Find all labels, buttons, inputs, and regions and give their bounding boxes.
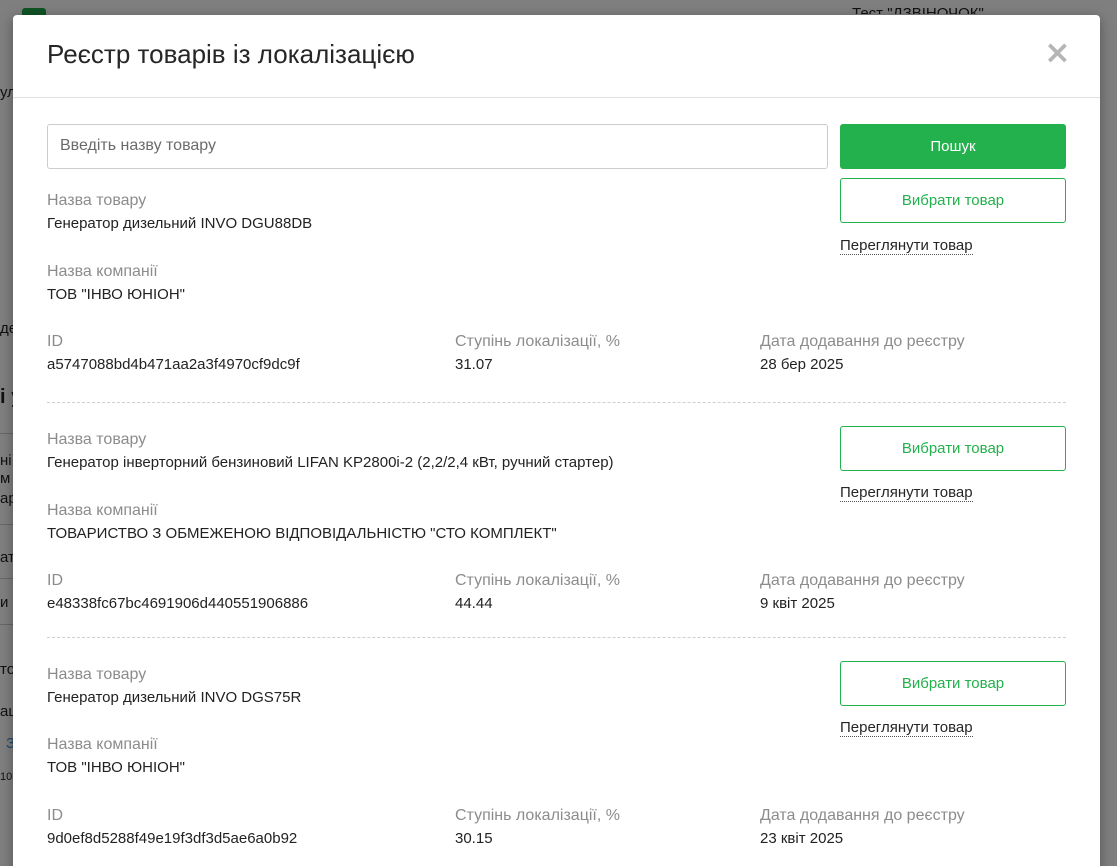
localization-block: Ступінь локалізації, % 30.15	[455, 806, 620, 848]
product-name-block: Назва товару Генератор інверторний бензи…	[47, 430, 614, 472]
localization-label: Ступінь локалізації, %	[455, 572, 620, 589]
view-product-link[interactable]: Переглянути товар	[840, 237, 973, 255]
company-name-label: Назва компанії	[47, 736, 158, 753]
product-name-block: Назва товару Генератор дизельний INVO DG…	[47, 665, 301, 707]
product-id: 9d0ef8d5288f49e19f3df3d5ae6a0b92	[47, 830, 298, 847]
date-value: 9 квіт 2025	[760, 595, 835, 612]
product-name-label: Назва товару	[47, 666, 147, 683]
product-name: Генератор дизельний INVO DGU88DB	[47, 215, 313, 232]
date-value: 28 бер 2025	[760, 356, 844, 373]
product-name-label: Назва товару	[47, 192, 147, 209]
product-name-block: Назва товару Генератор дизельний INVO DG…	[47, 191, 312, 233]
localization-label: Ступінь локалізації, %	[455, 333, 620, 350]
select-product-button[interactable]: Вибрати товар	[840, 426, 1066, 471]
localization-block: Ступінь локалізації, % 44.44	[455, 571, 620, 613]
product-id: a5747088bd4b471aa2a3f4970cf9dc9f	[47, 356, 300, 373]
date-value: 23 квіт 2025	[760, 830, 844, 847]
view-product-link[interactable]: Переглянути товар	[840, 484, 973, 502]
product-card: Назва товару Генератор дизельний INVO DG…	[47, 178, 1066, 403]
date-block: Дата додавання до реєстру 28 бер 2025	[760, 332, 965, 374]
company-name: ТОВ "ІНВО ЮНІОН"	[47, 759, 185, 776]
company-name-block: Назва компанії ТОВАРИСТВО З ОБМЕЖЕНОЮ ВІ…	[47, 501, 557, 543]
product-name-label: Назва товару	[47, 431, 147, 448]
localization-label: Ступінь локалізації, %	[455, 807, 620, 824]
close-icon[interactable]: ×	[1044, 36, 1071, 68]
product-card: Назва товару Генератор інверторний бензи…	[47, 403, 1066, 638]
date-block: Дата додавання до реєстру 9 квіт 2025	[760, 571, 965, 613]
search-input[interactable]	[47, 123, 828, 169]
localization-value: 30.15	[455, 830, 493, 847]
search-row: Пошук	[47, 123, 1066, 169]
id-label: ID	[47, 572, 63, 589]
date-block: Дата додавання до реєстру 23 квіт 2025	[760, 806, 965, 848]
select-product-button[interactable]: Вибрати товар	[840, 178, 1066, 223]
localization-value: 31.07	[455, 356, 493, 373]
date-label: Дата додавання до реєстру	[760, 572, 965, 589]
modal-body: Пошук Назва товару Генератор дизельний I…	[13, 98, 1100, 866]
company-name-label: Назва компанії	[47, 263, 158, 280]
company-name-block: Назва компанії ТОВ "ІНВО ЮНІОН"	[47, 735, 185, 777]
view-product-link[interactable]: Переглянути товар	[840, 719, 973, 737]
id-label: ID	[47, 333, 63, 350]
id-block: ID a5747088bd4b471aa2a3f4970cf9dc9f	[47, 332, 300, 374]
product-name: Генератор інверторний бензиновий LIFAN K…	[47, 454, 614, 471]
date-label: Дата додавання до реєстру	[760, 807, 965, 824]
modal-title: Реєстр товарів із локалізацією	[47, 39, 415, 69]
product-id: e48338fc67bc4691906d440551906886	[47, 595, 309, 612]
product-name: Генератор дизельний INVO DGS75R	[47, 689, 302, 706]
id-block: ID 9d0ef8d5288f49e19f3df3d5ae6a0b92	[47, 806, 297, 848]
company-name-block: Назва компанії ТОВ "ІНВО ЮНІОН"	[47, 262, 185, 304]
modal-header: Реєстр товарів із локалізацією ×	[13, 15, 1100, 98]
company-name-label: Назва компанії	[47, 502, 158, 519]
id-block: ID e48338fc67bc4691906d440551906886	[47, 571, 308, 613]
product-card: Назва товару Генератор дизельний INVO DG…	[47, 638, 1066, 866]
localization-value: 44.44	[455, 595, 493, 612]
company-name: ТОВАРИСТВО З ОБМЕЖЕНОЮ ВІДПОВІДАЛЬНІСТЮ …	[47, 525, 557, 542]
product-registry-modal: Реєстр товарів із локалізацією × Пошук Н…	[13, 15, 1100, 866]
date-label: Дата додавання до реєстру	[760, 333, 965, 350]
localization-block: Ступінь локалізації, % 31.07	[455, 332, 620, 374]
select-product-button[interactable]: Вибрати товар	[840, 661, 1066, 706]
company-name: ТОВ "ІНВО ЮНІОН"	[47, 286, 185, 303]
search-button[interactable]: Пошук	[840, 123, 1066, 169]
id-label: ID	[47, 807, 63, 824]
